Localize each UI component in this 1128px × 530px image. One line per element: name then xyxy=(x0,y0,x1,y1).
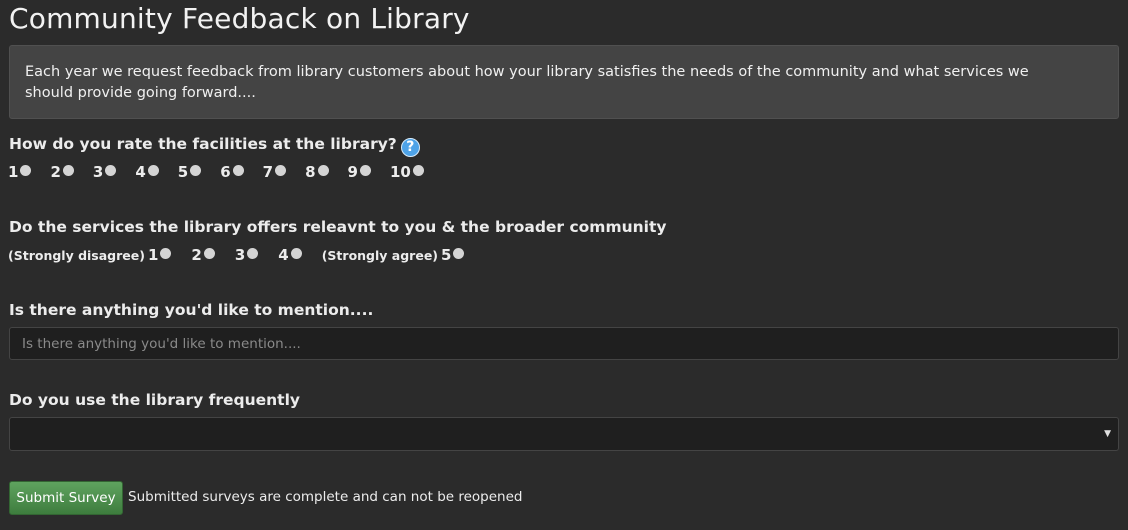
rating-option-8[interactable]: 8 xyxy=(305,163,329,181)
submit-note: Submitted surveys are complete and can n… xyxy=(128,489,523,505)
radio-button[interactable] xyxy=(62,164,74,176)
radio-button[interactable] xyxy=(247,247,259,259)
agreement-option-1[interactable]: (Strongly disagree) 1 xyxy=(8,246,172,264)
rating-option-7[interactable]: 7 xyxy=(263,163,287,181)
radio-button[interactable] xyxy=(20,164,32,176)
intro-panel: Each year we request feedback from libra… xyxy=(9,45,1119,119)
rating-option-2[interactable]: 2 xyxy=(50,163,74,181)
radio-button[interactable] xyxy=(290,247,302,259)
question-frequency-label: Do you use the library frequently xyxy=(9,391,300,409)
radio-button[interactable] xyxy=(105,164,117,176)
radio-button[interactable] xyxy=(160,247,172,259)
rating-option-9[interactable]: 9 xyxy=(348,163,371,181)
radio-button[interactable] xyxy=(453,247,465,259)
help-icon[interactable]: ? xyxy=(400,138,420,157)
question-facilities-text: How do you rate the facilities at the li… xyxy=(9,135,397,153)
submit-survey-button[interactable]: Submit Survey xyxy=(9,481,123,515)
radio-button[interactable] xyxy=(412,164,424,176)
rating-option-4[interactable]: 4 xyxy=(135,163,159,181)
agreement-option-5[interactable]: (Strongly agree) 5 xyxy=(322,246,465,264)
facilities-rating-group: 1 2 3 4 5 6 7 8 9 10 xyxy=(8,163,443,181)
rating-option-1[interactable]: 1 xyxy=(8,163,32,181)
services-agreement-group: (Strongly disagree) 1 2 3 4 (Strongly agr… xyxy=(8,246,484,264)
radio-button[interactable] xyxy=(190,164,202,176)
rating-option-3[interactable]: 3 xyxy=(93,163,117,181)
agreement-option-4[interactable]: 4 xyxy=(278,246,302,264)
question-facilities-label: How do you rate the facilities at the li… xyxy=(9,135,420,157)
agreement-option-2[interactable]: 2 xyxy=(191,246,215,264)
radio-button[interactable] xyxy=(203,247,215,259)
chevron-down-icon: ▼ xyxy=(1104,429,1111,439)
radio-button[interactable] xyxy=(359,164,371,176)
radio-button[interactable] xyxy=(275,164,287,176)
survey-page: Community Feedback on Library Each year … xyxy=(0,0,1128,530)
radio-button[interactable] xyxy=(317,164,329,176)
radio-button[interactable] xyxy=(232,164,244,176)
page-title: Community Feedback on Library xyxy=(9,2,470,35)
radio-button[interactable] xyxy=(147,164,159,176)
question-services-label: Do the services the library offers relea… xyxy=(9,218,667,236)
rating-option-5[interactable]: 5 xyxy=(178,163,202,181)
question-mention-label: Is there anything you'd like to mention.… xyxy=(9,301,374,319)
mention-input[interactable] xyxy=(9,327,1119,360)
agreement-option-3[interactable]: 3 xyxy=(235,246,259,264)
rating-option-6[interactable]: 6 xyxy=(220,163,244,181)
frequency-select[interactable]: ▼ xyxy=(9,417,1119,451)
rating-option-10[interactable]: 10 xyxy=(390,163,424,181)
